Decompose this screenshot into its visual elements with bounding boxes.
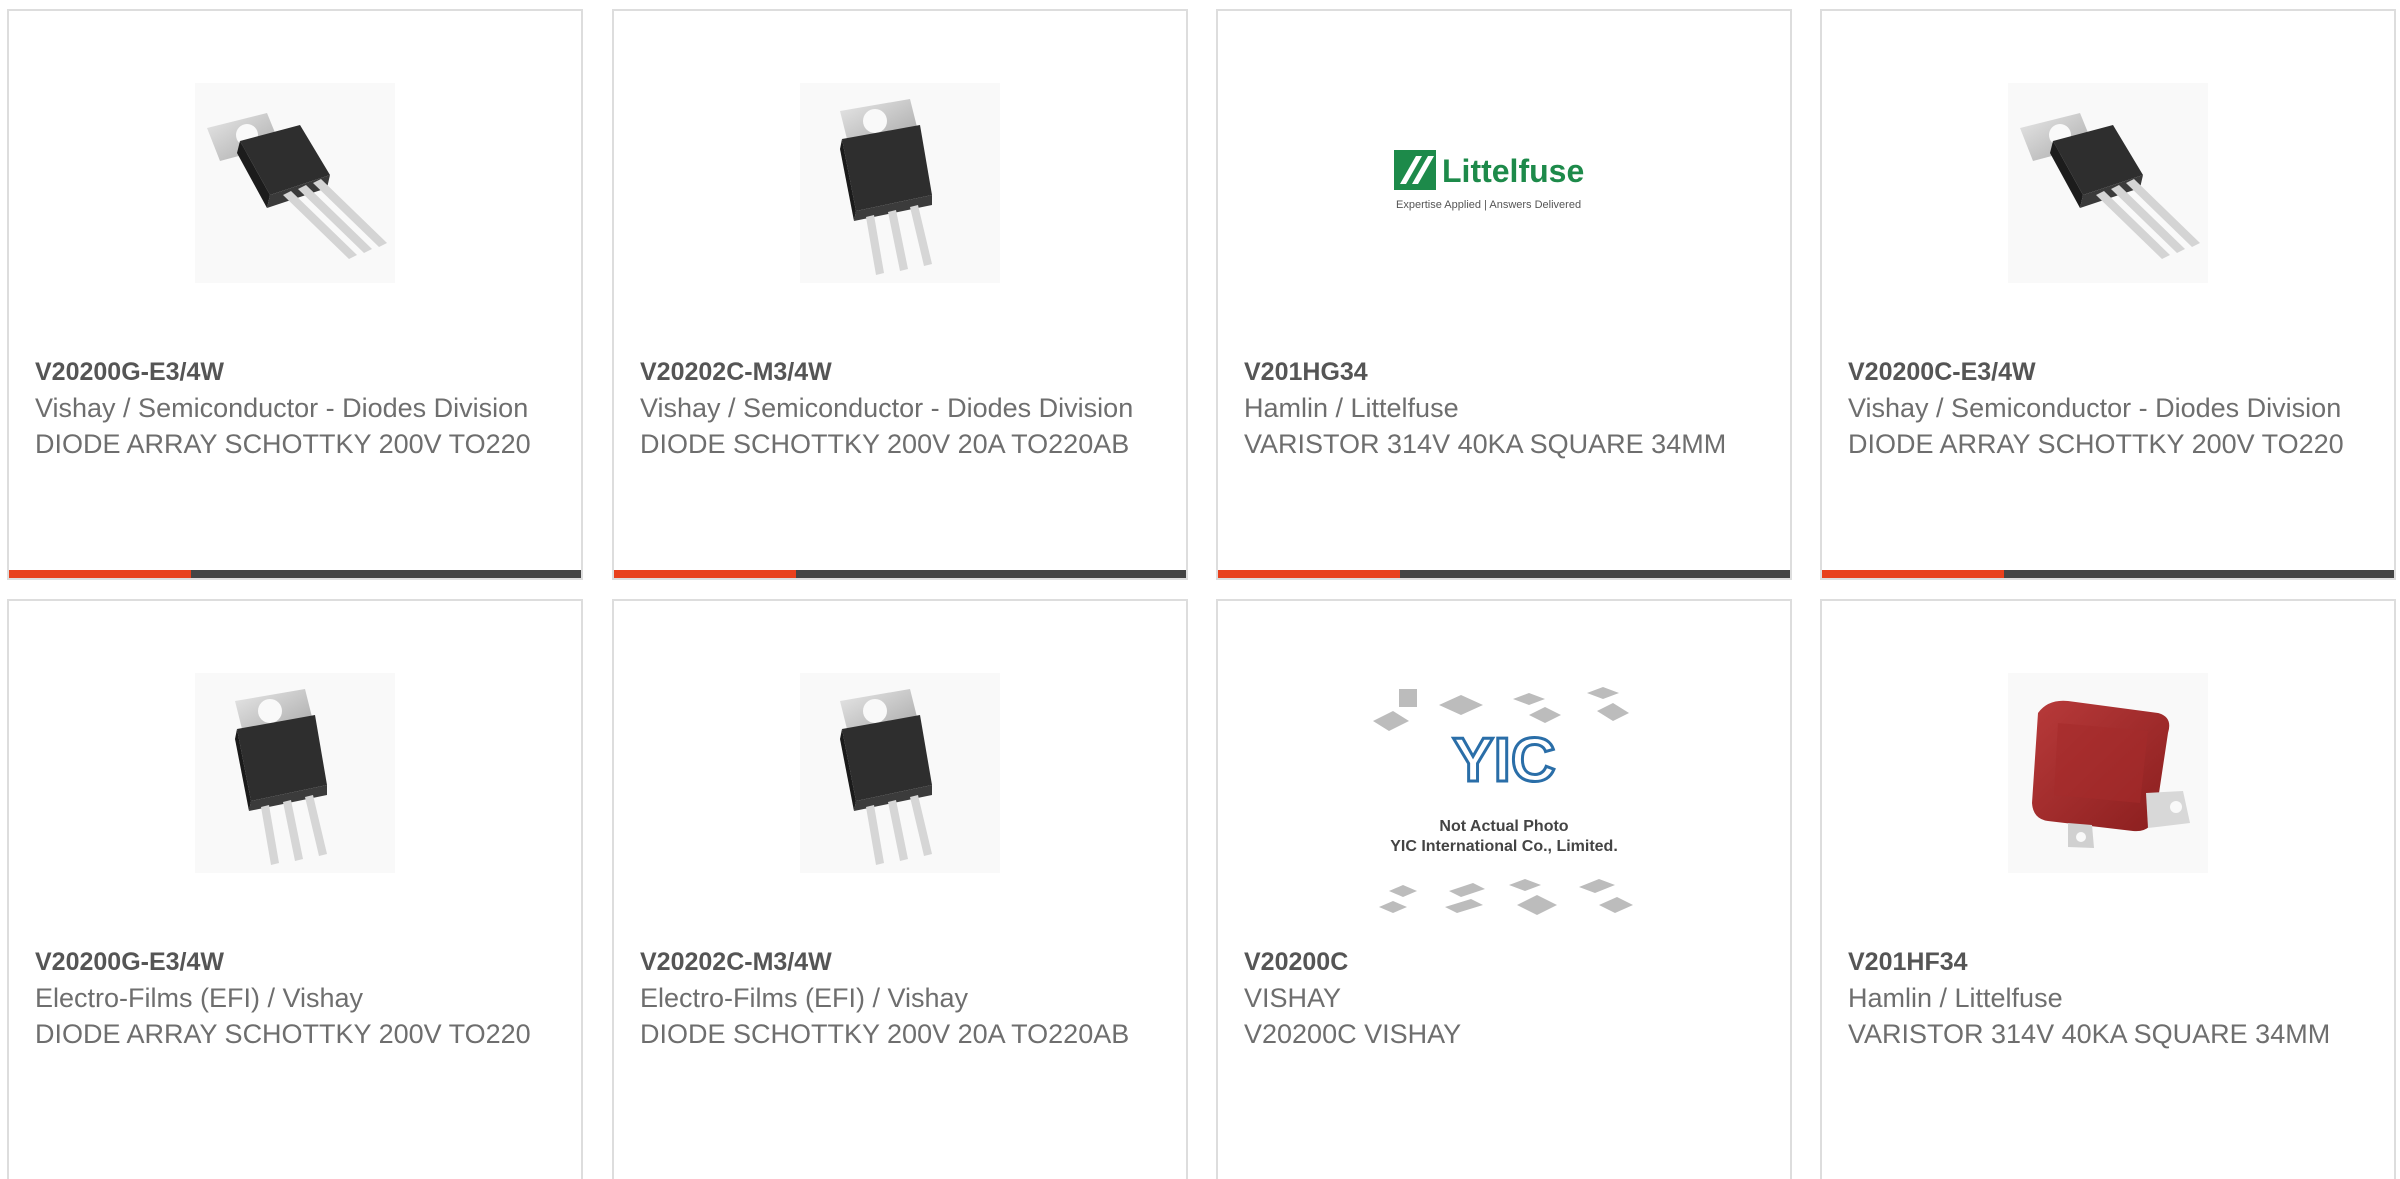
product-card[interactable]: V20200G-E3/4W Vishay / Semiconductor - D… — [7, 9, 583, 580]
red-varistor-image — [2008, 673, 2208, 873]
logo-tagline: Expertise Applied | Answers Delivered — [1396, 199, 1581, 211]
card-bottom-bar — [9, 570, 581, 578]
placeholder-line1: Not Actual Photo — [1439, 818, 1568, 835]
part-number[interactable]: V201HF34 — [1848, 944, 2374, 980]
product-card[interactable]: V20202C-M3/4W Vishay / Semiconductor - D… — [612, 9, 1188, 580]
part-number[interactable]: V20200G-E3/4W — [35, 354, 561, 390]
to220-upright-image — [800, 83, 1000, 283]
accent-bar — [1822, 570, 2004, 578]
part-number[interactable]: V201HG34 — [1244, 354, 1770, 390]
description: DIODE ARRAY SCHOTTKY 200V TO220 — [1848, 429, 2344, 459]
accent-bar — [9, 570, 191, 578]
part-number[interactable]: V20200C — [1244, 944, 1770, 980]
description: VARISTOR 314V 40KA SQUARE 34MM — [1244, 429, 1727, 459]
product-card[interactable]: V20200C-E3/4W Vishay / Semiconductor - D… — [1820, 9, 2396, 580]
description: DIODE ARRAY SCHOTTKY 200V TO220 — [35, 429, 531, 459]
manufacturer: Electro-Films (EFI) / Vishay — [35, 983, 364, 1013]
product-image[interactable] — [9, 83, 581, 283]
product-image[interactable]: Littelfuse Expertise Applied | Answers D… — [1218, 83, 1790, 283]
card-bottom-bar — [1822, 570, 2394, 578]
product-card[interactable]: V20200G-E3/4W Electro-Films (EFI) / Vish… — [7, 599, 583, 1179]
part-number[interactable]: V20200C-E3/4W — [1848, 354, 2374, 390]
yic-placeholder-image: YIC Not Actual Photo YIC International C… — [1373, 687, 1633, 915]
product-image[interactable]: YIC Not Actual Photo YIC International C… — [1218, 681, 1790, 931]
manufacturer: Hamlin / Littelfuse — [1244, 393, 1459, 423]
product-image[interactable] — [1822, 83, 2394, 283]
littelfuse-logo: Littelfuse Expertise Applied | Answers D… — [1394, 150, 1584, 211]
product-image[interactable] — [9, 673, 581, 873]
description: DIODE SCHOTTKY 200V 20A TO220AB — [640, 1019, 1130, 1049]
to220-tilted-image — [2008, 83, 2208, 283]
to220-upright-image — [800, 673, 1000, 873]
description: DIODE ARRAY SCHOTTKY 200V TO220 — [35, 1019, 531, 1049]
manufacturer: Electro-Films (EFI) / Vishay — [640, 983, 969, 1013]
manufacturer: VISHAY — [1244, 983, 1342, 1013]
part-number[interactable]: V20202C-M3/4W — [640, 354, 1166, 390]
product-image[interactable] — [614, 83, 1186, 283]
card-bottom-bar — [614, 570, 1186, 578]
accent-bar — [1218, 570, 1400, 578]
product-card[interactable]: YIC Not Actual Photo YIC International C… — [1216, 599, 1792, 1179]
manufacturer: Vishay / Semiconductor - Diodes Division — [640, 393, 1134, 423]
card-bottom-bar — [1218, 570, 1790, 578]
to220-upright-image — [195, 673, 395, 873]
part-number[interactable]: V20202C-M3/4W — [640, 944, 1166, 980]
logo-brand: Littelfuse — [1442, 153, 1584, 189]
placeholder-line2: YIC International Co., Limited. — [1390, 838, 1618, 855]
product-image[interactable] — [1822, 673, 2394, 873]
manufacturer: Hamlin / Littelfuse — [1848, 983, 2063, 1013]
accent-bar — [614, 570, 796, 578]
yic-logo: YIC — [1452, 726, 1555, 795]
product-card[interactable]: Littelfuse Expertise Applied | Answers D… — [1216, 9, 1792, 580]
description: DIODE SCHOTTKY 200V 20A TO220AB — [640, 429, 1130, 459]
product-card[interactable]: V20202C-M3/4W Electro-Films (EFI) / Vish… — [612, 599, 1188, 1179]
part-number[interactable]: V20200G-E3/4W — [35, 944, 561, 980]
manufacturer: Vishay / Semiconductor - Diodes Division — [35, 393, 529, 423]
description: VARISTOR 314V 40KA SQUARE 34MM — [1848, 1019, 2331, 1049]
product-card[interactable]: V201HF34 Hamlin / Littelfuse VARISTOR 31… — [1820, 599, 2396, 1179]
product-image[interactable] — [614, 673, 1186, 873]
description: V20200C VISHAY — [1244, 1019, 1462, 1049]
manufacturer: Vishay / Semiconductor - Diodes Division — [1848, 393, 2342, 423]
to220-tilted-image — [195, 83, 395, 283]
